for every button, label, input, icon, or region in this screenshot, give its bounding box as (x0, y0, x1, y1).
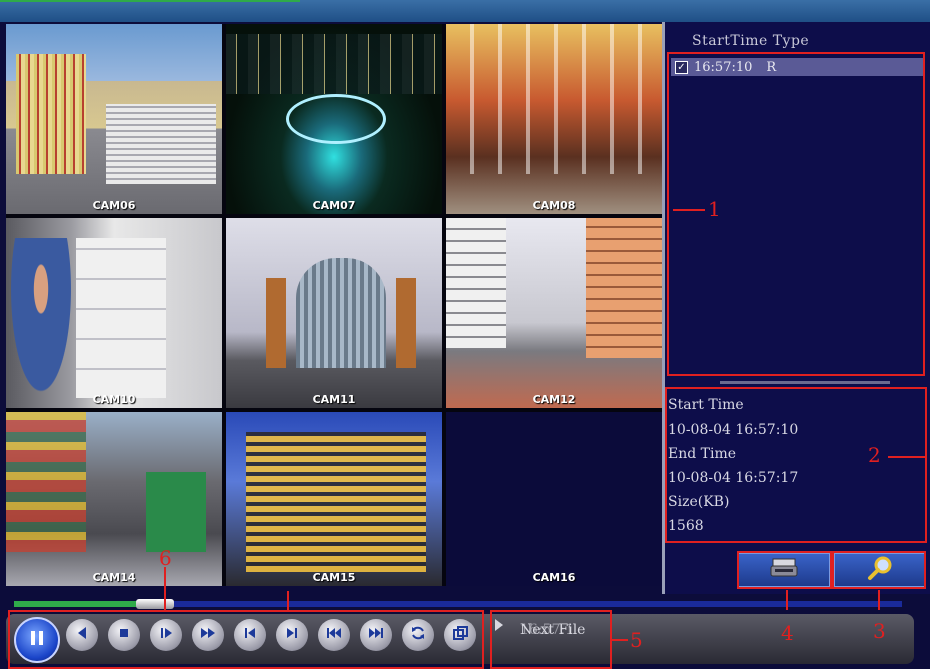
size-label: Size(KB) (668, 494, 730, 510)
callout-box-6 (8, 610, 484, 669)
progress-handle[interactable] (136, 599, 174, 609)
callout-line-6b (164, 567, 166, 610)
playback-progress[interactable] (14, 599, 902, 609)
start-time-label: Start Time (668, 397, 744, 413)
callout-number-2: 2 (868, 443, 881, 467)
camera-tile-cam12[interactable]: CAM12 (446, 218, 662, 408)
callout-box-5 (490, 610, 612, 669)
camera-label: CAM07 (312, 199, 356, 212)
callout-number-1: 1 (708, 197, 721, 221)
callout-line-6a (287, 591, 289, 610)
camera-tile-cam14[interactable]: CAM14 (6, 412, 222, 586)
camera-label: CAM11 (312, 393, 356, 406)
callout-number-5: 5 (630, 628, 643, 652)
camera-tile-cam07[interactable]: CAM07 (226, 24, 442, 214)
callout-line-4 (786, 590, 788, 610)
camera-label: CAM08 (532, 199, 576, 212)
size-value: 1568 (668, 518, 704, 534)
camera-label: CAM12 (532, 393, 576, 406)
camera-tile-cam16[interactable]: CAM16 (446, 412, 662, 586)
camera-tile-cam15[interactable]: CAM15 (226, 412, 442, 586)
callout-line-3 (878, 590, 880, 610)
camera-label: CAM10 (92, 393, 136, 406)
file-list: ✓ 16:57:10 R (667, 52, 925, 376)
callout-number-3: 3 (873, 619, 886, 643)
camera-tile-cam10[interactable]: CAM10 (6, 218, 222, 408)
callout-line-1 (673, 209, 705, 211)
camera-label: CAM16 (532, 571, 576, 584)
camera-tile-cam08[interactable]: CAM08 (446, 24, 662, 214)
file-list-header: StartTime Type (692, 33, 810, 49)
callout-box-3 (832, 551, 926, 589)
scroll-separator (720, 381, 890, 384)
callout-line-5 (612, 639, 628, 641)
camera-label: CAM14 (92, 571, 136, 584)
checkbox[interactable]: ✓ (675, 60, 688, 74)
camera-tile-cam06[interactable]: CAM06 (6, 24, 222, 214)
callout-line-2 (888, 456, 926, 458)
callout-box-4 (737, 551, 832, 589)
start-time-value: 10-08-04 16:57:10 (668, 422, 799, 438)
file-info-panel: Start Time 10-08-04 16:57:10 End Time 10… (665, 387, 927, 543)
callout-number-4: 4 (781, 621, 794, 645)
camera-label: CAM06 (92, 199, 136, 212)
camera-grid: CAM06 CAM07 CAM08 CAM10 CAM11 CAM12 CAM1… (6, 24, 662, 586)
camera-label: CAM15 (312, 571, 356, 584)
end-time-value: 10-08-04 16:57:17 (668, 470, 799, 486)
camera-tile-cam11[interactable]: CAM11 (226, 218, 442, 408)
file-start-time: 16:57:10 (694, 59, 753, 75)
progress-fill (14, 601, 139, 607)
title-bar (0, 0, 930, 22)
end-time-label: End Time (668, 446, 737, 462)
file-list-row[interactable]: ✓ 16:57:10 R (671, 58, 923, 76)
callout-number-6: 6 (159, 546, 172, 570)
file-type: R (766, 59, 777, 75)
